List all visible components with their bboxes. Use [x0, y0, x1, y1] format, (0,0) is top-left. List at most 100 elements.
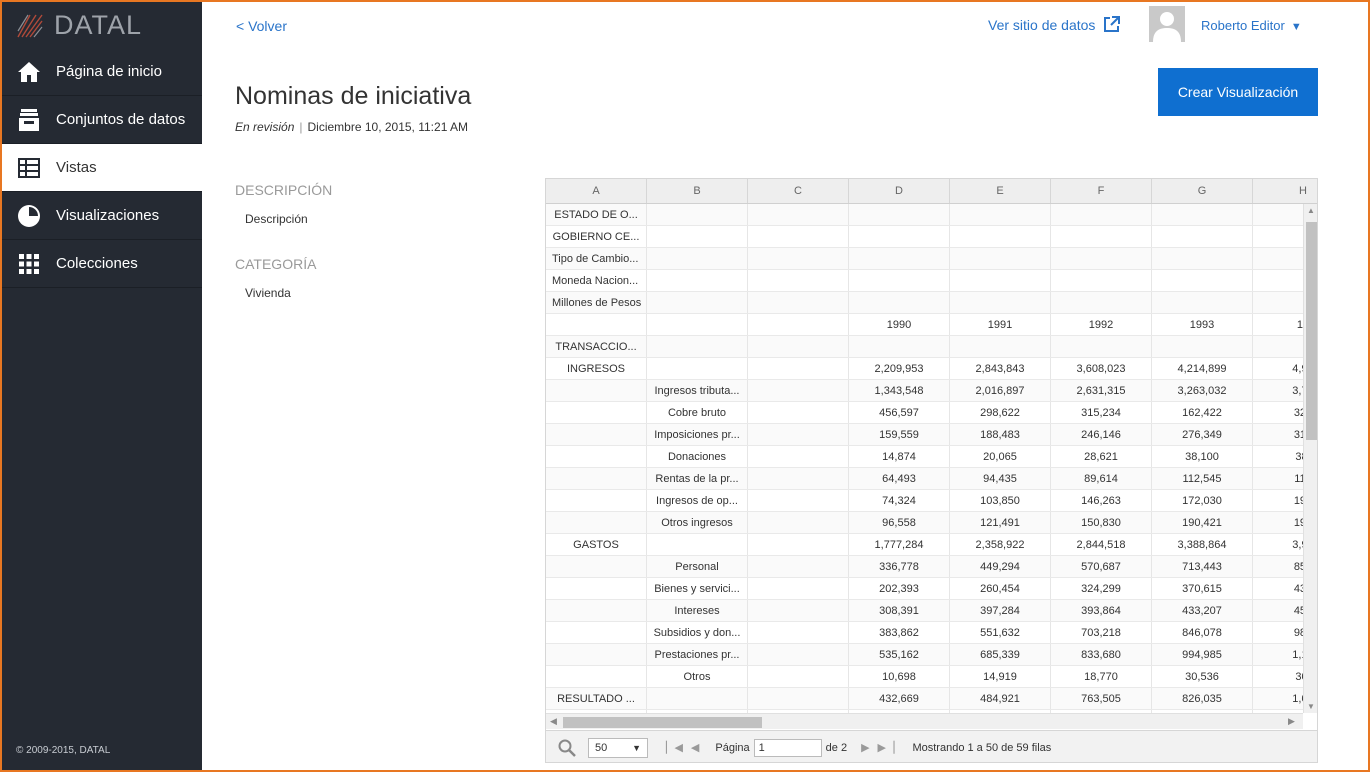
column-header[interactable]: A: [546, 179, 647, 203]
table-cell[interactable]: [950, 248, 1051, 269]
table-cell[interactable]: [748, 468, 849, 489]
table-cell[interactable]: 2,843,843: [950, 358, 1051, 379]
table-cell[interactable]: RESULTADO ...: [546, 688, 647, 709]
sidebar-item-vistas[interactable]: Vistas: [2, 144, 202, 192]
table-cell[interactable]: 10,698: [849, 666, 950, 687]
table-cell[interactable]: 457: [1253, 600, 1303, 621]
table-cell[interactable]: 38,100: [1152, 446, 1253, 467]
table-cell[interactable]: [748, 446, 849, 467]
table-cell[interactable]: 2,844,518: [1051, 534, 1152, 555]
table-cell[interactable]: 64,493: [849, 468, 950, 489]
table-cell[interactable]: [950, 270, 1051, 291]
table-cell[interactable]: 393,864: [1051, 600, 1152, 621]
table-cell[interactable]: [950, 204, 1051, 225]
sidebar-item-colecciones[interactable]: Colecciones: [2, 240, 202, 288]
logo[interactable]: DATAL: [2, 2, 202, 48]
table-cell[interactable]: 103,850: [950, 490, 1051, 511]
table-cell[interactable]: 312: [1253, 424, 1303, 445]
table-cell[interactable]: 162,422: [1152, 402, 1253, 423]
table-cell[interactable]: [647, 534, 748, 555]
table-cell[interactable]: 14,874: [849, 446, 950, 467]
scroll-down-icon[interactable]: ▼: [1307, 702, 1315, 711]
table-cell[interactable]: 826,035: [1152, 688, 1253, 709]
table-cell[interactable]: [1051, 204, 1152, 225]
table-cell[interactable]: 150,830: [1051, 512, 1152, 533]
table-cell[interactable]: 1,04: [1253, 688, 1303, 709]
table-cell[interactable]: Rentas de la pr...: [647, 468, 748, 489]
table-cell[interactable]: [748, 622, 849, 643]
table-cell[interactable]: 112,545: [1152, 468, 1253, 489]
table-cell[interactable]: [849, 292, 950, 313]
table-cell[interactable]: [647, 314, 748, 335]
next-page-icon[interactable]: ▶: [861, 741, 869, 754]
table-cell[interactable]: 121,491: [950, 512, 1051, 533]
table-cell[interactable]: 833,680: [1051, 644, 1152, 665]
table-cell[interactable]: Prestaciones pr...: [647, 644, 748, 665]
table-cell[interactable]: 28,621: [1051, 446, 1152, 467]
column-header[interactable]: F: [1051, 179, 1152, 203]
sidebar-item-inicio[interactable]: Página de inicio: [2, 48, 202, 96]
table-cell[interactable]: 1,777,284: [849, 534, 950, 555]
table-cell[interactable]: [748, 270, 849, 291]
horizontal-scroll-thumb[interactable]: [563, 717, 762, 728]
table-cell[interactable]: 172,030: [1152, 490, 1253, 511]
table-cell[interactable]: [748, 578, 849, 599]
table-cell[interactable]: 1,13: [1253, 644, 1303, 665]
table-cell[interactable]: [546, 600, 647, 621]
table-cell[interactable]: [748, 380, 849, 401]
table-cell[interactable]: [1253, 204, 1303, 225]
table-cell[interactable]: 484,921: [950, 688, 1051, 709]
table-cell[interactable]: 198: [1253, 490, 1303, 511]
table-cell[interactable]: 431: [1253, 578, 1303, 599]
table-cell[interactable]: [849, 226, 950, 247]
back-link[interactable]: < Volver: [236, 18, 287, 34]
table-cell[interactable]: 18,770: [1051, 666, 1152, 687]
page-size-select[interactable]: 50 ▼: [588, 737, 648, 758]
table-cell[interactable]: 1992: [1051, 314, 1152, 335]
table-cell[interactable]: [748, 292, 849, 313]
table-cell[interactable]: [748, 248, 849, 269]
table-cell[interactable]: 190,421: [1152, 512, 1253, 533]
table-cell[interactable]: [748, 666, 849, 687]
table-cell[interactable]: 19: [1253, 314, 1303, 335]
table-cell[interactable]: Ingresos tributa...: [647, 380, 748, 401]
table-cell[interactable]: [647, 248, 748, 269]
table-cell[interactable]: [950, 336, 1051, 357]
table-cell[interactable]: 38,: [1253, 446, 1303, 467]
table-cell[interactable]: [647, 226, 748, 247]
table-cell[interactable]: 146,263: [1051, 490, 1152, 511]
table-cell[interactable]: [546, 512, 647, 533]
column-header[interactable]: H: [1253, 179, 1317, 203]
table-cell[interactable]: 324,299: [1051, 578, 1152, 599]
table-cell[interactable]: 551,632: [950, 622, 1051, 643]
table-cell[interactable]: 118: [1253, 468, 1303, 489]
column-header[interactable]: G: [1152, 179, 1253, 203]
table-cell[interactable]: 703,218: [1051, 622, 1152, 643]
table-cell[interactable]: 276,349: [1152, 424, 1253, 445]
user-menu[interactable]: Roberto Editor ▼: [1201, 18, 1302, 33]
table-cell[interactable]: [748, 204, 849, 225]
table-cell[interactable]: 2,631,315: [1051, 380, 1152, 401]
table-cell[interactable]: [950, 292, 1051, 313]
table-cell[interactable]: 96,558: [849, 512, 950, 533]
table-cell[interactable]: 308,391: [849, 600, 950, 621]
scroll-left-icon[interactable]: ◀: [550, 716, 557, 727]
table-cell[interactable]: 988: [1253, 622, 1303, 643]
table-cell[interactable]: [546, 578, 647, 599]
column-header[interactable]: B: [647, 179, 748, 203]
table-cell[interactable]: [546, 446, 647, 467]
table-cell[interactable]: [748, 556, 849, 577]
table-cell[interactable]: 685,339: [950, 644, 1051, 665]
table-cell[interactable]: [546, 424, 647, 445]
table-cell[interactable]: [647, 204, 748, 225]
table-cell[interactable]: 315,234: [1051, 402, 1152, 423]
table-cell[interactable]: 336,778: [849, 556, 950, 577]
table-cell[interactable]: 4,94: [1253, 358, 1303, 379]
table-cell[interactable]: [1051, 292, 1152, 313]
table-cell[interactable]: Imposiciones pr...: [647, 424, 748, 445]
search-icon[interactable]: [558, 739, 576, 757]
table-cell[interactable]: 846,078: [1152, 622, 1253, 643]
table-cell[interactable]: [1152, 204, 1253, 225]
table-cell[interactable]: [1051, 226, 1152, 247]
table-cell[interactable]: Moneda Nacion...: [546, 270, 647, 291]
